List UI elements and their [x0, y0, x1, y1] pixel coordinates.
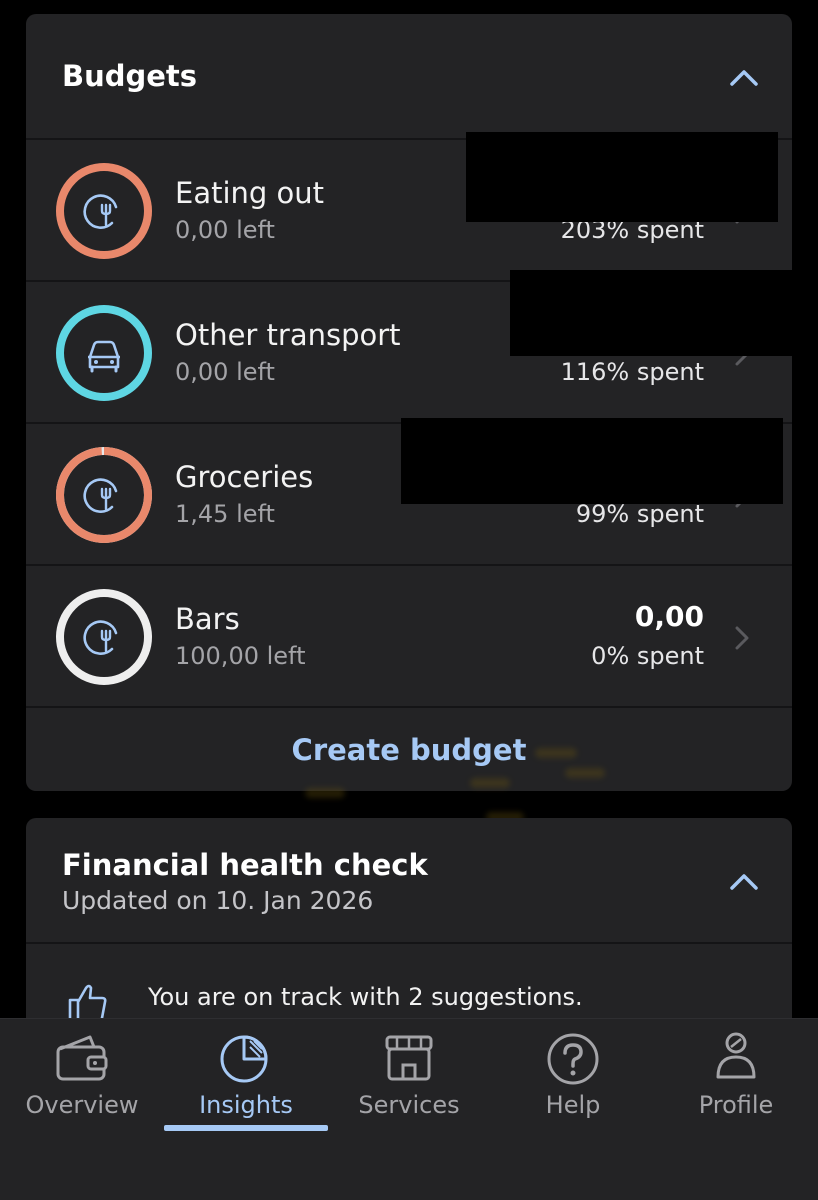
- budget-name: Eating out: [175, 176, 325, 210]
- budget-remaining: 0,00 left: [175, 358, 275, 386]
- budgets-title: Budgets: [62, 59, 198, 93]
- wallet-icon: [56, 1035, 108, 1081]
- nav-label: Insights: [199, 1091, 293, 1119]
- budget-row-eating-out[interactable]: Eating out 0,00 left 203% spent: [26, 132, 792, 282]
- cutlery-icon: [83, 194, 118, 229]
- bottom-navigation: Overview Insights Services Help Profile: [0, 1018, 818, 1200]
- collapse-budgets-button[interactable]: [722, 58, 766, 96]
- budget-name: Bars: [175, 602, 240, 636]
- financial-health-updated: Updated on 10. Jan 2026: [62, 886, 374, 915]
- budget-progress-ring: [54, 303, 154, 403]
- cutlery-icon: [83, 620, 118, 655]
- blur-artifact: [305, 788, 345, 798]
- budget-row-bars[interactable]: Bars 100,00 left 0,00 0% spent: [26, 566, 792, 708]
- nav-help[interactable]: Help: [491, 1019, 655, 1139]
- budget-row-other-transport[interactable]: Other transport 0,00 left 116% spent: [26, 270, 792, 424]
- blur-artifact: [565, 768, 605, 778]
- nav-label: Profile: [698, 1091, 774, 1119]
- nav-label: Overview: [25, 1091, 139, 1119]
- create-budget-button[interactable]: Create budget: [26, 708, 792, 791]
- collapse-health-button[interactable]: [722, 862, 766, 900]
- budget-progress-ring: [54, 587, 154, 687]
- car-icon: [88, 340, 120, 373]
- budget-name: Groceries: [175, 460, 314, 494]
- nav-label: Services: [358, 1091, 460, 1119]
- financial-health-title: Financial health check: [62, 848, 428, 882]
- budget-progress-ring: [54, 445, 154, 545]
- financial-health-message: You are on track with 2 suggestions.: [148, 983, 583, 1011]
- profile-icon: [716, 1032, 756, 1079]
- blur-artifact: [535, 748, 577, 758]
- chevron-up-icon: [730, 70, 758, 86]
- budget-spent-percent: 116% spent: [560, 358, 704, 386]
- nav-overview[interactable]: Overview: [0, 1019, 164, 1139]
- chevron-right-icon: [735, 626, 749, 650]
- blur-artifact: [470, 778, 510, 788]
- nav-label: Help: [545, 1091, 601, 1119]
- help-icon: [547, 1033, 599, 1085]
- financial-health-header[interactable]: Financial health check Updated on 10. Ja…: [26, 818, 792, 944]
- nav-insights[interactable]: Insights: [164, 1019, 328, 1139]
- redaction-block: [401, 418, 783, 504]
- redaction-block: [510, 270, 792, 356]
- budget-row-groceries[interactable]: Groceries 1,45 left 99% spent: [26, 418, 792, 566]
- nav-profile[interactable]: Profile: [654, 1019, 818, 1139]
- budget-spent-percent: 99% spent: [575, 500, 704, 528]
- budget-progress-ring: [54, 161, 154, 261]
- chevron-up-icon: [730, 874, 758, 890]
- budget-name: Other transport: [175, 318, 401, 352]
- budget-remaining: 1,45 left: [175, 500, 275, 528]
- budgets-card: Budgets Eating out 0,00 left 203% spent: [26, 14, 792, 791]
- redaction-block: [466, 132, 778, 222]
- active-tab-indicator: [164, 1125, 328, 1131]
- pie-chart-icon: [220, 1035, 268, 1083]
- budget-spent-percent: 0% spent: [591, 642, 704, 670]
- store-icon: [385, 1035, 433, 1081]
- budgets-header[interactable]: Budgets: [26, 14, 792, 140]
- nav-services[interactable]: Services: [327, 1019, 491, 1139]
- budget-remaining: 100,00 left: [175, 642, 306, 670]
- budget-remaining: 0,00 left: [175, 216, 275, 244]
- cutlery-icon: [83, 478, 118, 513]
- budget-amount: 0,00: [634, 600, 704, 633]
